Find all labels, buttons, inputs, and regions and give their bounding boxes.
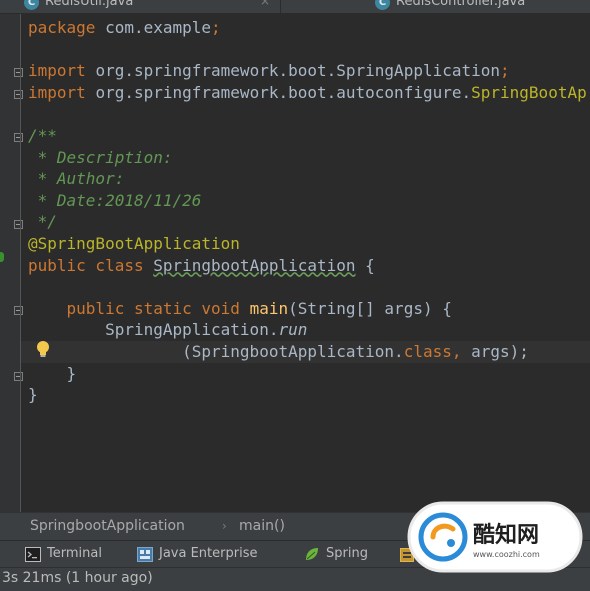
editor-tab-bar: C RedisUtil.java × C RedisController.jav…	[0, 0, 590, 14]
code-token: * Description:	[28, 147, 173, 167]
run-marker-icon[interactable]	[0, 252, 4, 262]
tab-label: RedisUtil.java	[45, 0, 134, 9]
code-line[interactable]: * Description:	[28, 147, 173, 169]
terminal-icon	[25, 547, 41, 562]
site-watermark: 酷知网 www.coozhi.com	[405, 497, 585, 577]
code-token: run	[278, 320, 308, 340]
code-line[interactable]: SpringApplication.run	[28, 319, 307, 341]
lightbulb-icon[interactable]	[34, 340, 52, 360]
code-line[interactable]: (SpringbootApplication.class, args);	[28, 341, 529, 363]
code-token: ;	[500, 61, 510, 81]
watermark-url: www.coozhi.com	[473, 550, 540, 559]
code-line[interactable]: }	[28, 384, 38, 406]
watermark-brand: 酷知网	[473, 522, 539, 548]
code-line[interactable]: * Date:2018/11/26	[28, 190, 202, 212]
code-token: SpringApplication.	[28, 320, 279, 340]
code-token: org.springframework.boot.autoconfigure.	[95, 82, 472, 102]
code-line[interactable]: public static void main(String[] args) {	[28, 298, 452, 320]
code-token: import	[28, 82, 96, 102]
coozhi-logo-icon: 酷知网 www.coozhi.com	[407, 501, 583, 573]
code-token: /**	[28, 126, 57, 145]
breadcrumb-method[interactable]: main()	[239, 518, 285, 534]
editor-gutter[interactable]	[0, 14, 23, 512]
code-token: (SpringbootApplication.	[28, 342, 404, 361]
code-editor[interactable]: package com.example; import org.springfra…	[21, 14, 590, 512]
code-token: org.springframework.boot.SpringApplicati…	[95, 61, 501, 81]
code-token: * Author:	[28, 169, 125, 189]
tab-label: RedisController.java	[396, 0, 526, 9]
class-icon: C	[375, 0, 390, 10]
code-token: * Date:2018/11/26	[28, 190, 202, 210]
code-line[interactable]: import org.springframework.boot.SpringAp…	[28, 60, 510, 82]
code-line[interactable]: import org.springframework.boot.autoconf…	[28, 82, 587, 104]
code-token: {	[355, 255, 375, 275]
code-token: com.example	[105, 18, 212, 37]
code-token: @SpringBootApplication	[28, 234, 240, 253]
status-message: 3s 21ms (1 hour ago)	[2, 570, 153, 586]
code-token: main	[249, 298, 289, 318]
code-token: public class	[28, 255, 154, 275]
code-line[interactable]: package com.example;	[28, 17, 221, 39]
code-line[interactable]: */	[28, 211, 57, 233]
close-icon[interactable]: ×	[260, 0, 270, 8]
spring-leaf-icon	[306, 548, 318, 560]
code-line[interactable]: * Author:	[28, 168, 125, 190]
java-enterprise-label: Java Enterprise	[159, 546, 258, 561]
code-token: class,	[403, 342, 472, 361]
class-icon: C	[24, 0, 39, 10]
code-token: */	[28, 212, 57, 232]
code-token: package	[28, 18, 106, 37]
breadcrumb-separator: ›	[222, 519, 227, 533]
code-token: }	[28, 385, 38, 405]
code-token: ;	[211, 18, 221, 37]
tab-divider	[280, 0, 281, 13]
terminal-label: Terminal	[47, 546, 102, 561]
code-line[interactable]: /**	[28, 125, 57, 147]
code-token: args);	[471, 342, 529, 361]
code-token: SpringbootApplication	[153, 255, 356, 275]
code-token: import	[28, 61, 96, 81]
code-line[interactable]: public class SpringbootApplication {	[28, 255, 375, 277]
code-line[interactable]: }	[28, 363, 77, 385]
java-enterprise-icon	[137, 547, 153, 562]
code-token: SpringBootAp	[471, 82, 587, 102]
code-line[interactable]: @SpringBootApplication	[28, 233, 240, 255]
code-token: }	[28, 363, 77, 383]
code-token: public static void	[66, 298, 250, 318]
code-token: (String[] args) {	[288, 298, 452, 318]
spring-label: Spring	[326, 546, 368, 561]
breadcrumb-class[interactable]: SpringbootApplication	[30, 518, 185, 534]
